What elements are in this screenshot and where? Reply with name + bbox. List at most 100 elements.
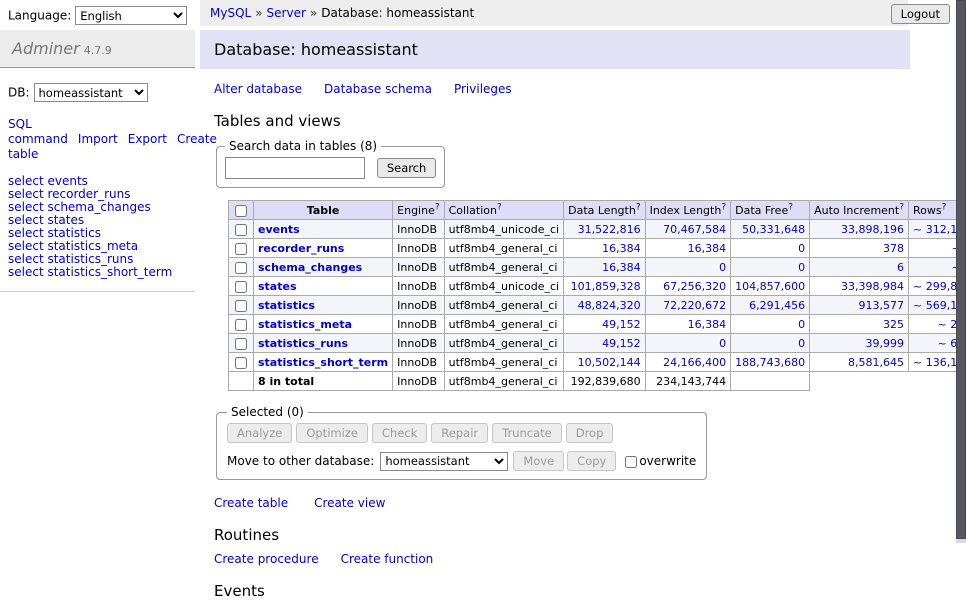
data-length-link[interactable]: 10,502,144 (578, 356, 641, 369)
index-length-link[interactable]: 70,467,584 (663, 223, 726, 236)
sidebar-table-link[interactable]: select states (8, 213, 84, 227)
data-free-link[interactable]: 0 (798, 337, 805, 350)
index-length-cell: 67,256,320 (645, 277, 731, 296)
index-length-link[interactable]: 72,220,672 (663, 299, 726, 312)
sidebar: Adminer4.7.9 DB:homeassistant SQL comman… (0, 30, 195, 292)
data-free-link[interactable]: 188,743,680 (735, 356, 805, 369)
table-name-link[interactable]: events (258, 223, 300, 236)
index-length-link[interactable]: 67,256,320 (663, 280, 726, 293)
db-action-link[interactable]: Privileges (454, 82, 512, 96)
sidebar-table-link[interactable]: select schema_changes (8, 200, 151, 214)
row-checkbox[interactable] (235, 224, 247, 236)
db-select[interactable]: homeassistant (34, 83, 148, 102)
table-name-link[interactable]: statistics_short_term (258, 356, 388, 369)
move-button[interactable]: Move (513, 451, 564, 471)
row-checkbox[interactable] (235, 243, 247, 255)
adminer-logo-link[interactable]: Adminer (12, 39, 80, 58)
create-link[interactable]: Create table (214, 496, 288, 510)
help-link[interactable]: ? (435, 202, 440, 212)
row-checkbox[interactable] (235, 338, 247, 350)
sidebar-action-link[interactable]: Import (78, 132, 118, 146)
sidebar-table-link[interactable]: select statistics_runs (8, 252, 133, 266)
scrollbar-thumb[interactable] (956, 0, 966, 539)
table-name-link[interactable]: statistics_runs (258, 337, 348, 350)
data-length-link[interactable]: 101,859,328 (571, 280, 641, 293)
sidebar-table-link[interactable]: select statistics_meta (8, 239, 138, 253)
help-link[interactable]: ? (899, 202, 904, 212)
index-length-link[interactable]: 16,384 (688, 242, 727, 255)
routine-create-link[interactable]: Create procedure (214, 552, 319, 566)
data-free-link[interactable]: 0 (798, 242, 805, 255)
drop-button[interactable]: Drop (566, 423, 614, 443)
row-checkbox[interactable] (235, 300, 247, 312)
db-action-link[interactable]: Alter database (214, 82, 302, 96)
auto-increment-link[interactable]: 39,999 (866, 337, 905, 350)
data-length-link[interactable]: 16,384 (602, 242, 641, 255)
language-select[interactable]: English (75, 6, 187, 25)
sidebar-action-link[interactable]: Export (128, 132, 167, 146)
sidebar-table-link[interactable]: select statistics (8, 226, 101, 240)
sidebar-table-link[interactable]: select statistics_short_term (8, 265, 172, 279)
breadcrumb-item[interactable]: Server (267, 6, 306, 20)
move-db-select[interactable]: homeassistant (380, 452, 508, 471)
copy-button[interactable]: Copy (567, 451, 616, 471)
index-length-link[interactable]: 16,384 (688, 318, 727, 331)
auto-increment-link[interactable]: 325 (883, 318, 904, 331)
select-all-checkbox[interactable] (235, 205, 247, 217)
index-length-link[interactable]: 0 (719, 337, 726, 350)
data-free-link[interactable]: 104,857,600 (735, 280, 805, 293)
overwrite-label[interactable]: overwrite (639, 454, 696, 468)
overwrite-checkbox[interactable] (625, 456, 637, 468)
sidebar-table-link[interactable]: select events (8, 174, 88, 188)
help-link[interactable]: ? (497, 202, 502, 212)
create-link[interactable]: Create view (314, 496, 385, 510)
breadcrumb-item[interactable]: MySQL (210, 6, 251, 20)
auto-increment-link[interactable]: 33,398,984 (841, 280, 904, 293)
table-name-link[interactable]: statistics (258, 299, 315, 312)
repair-button[interactable]: Repair (431, 423, 488, 443)
auto-increment-link[interactable]: 33,898,196 (841, 223, 904, 236)
row-checkbox[interactable] (235, 281, 247, 293)
table-name-link[interactable]: statistics_meta (258, 318, 352, 331)
data-free-link[interactable]: 6,291,456 (749, 299, 805, 312)
table-name-link[interactable]: recorder_runs (258, 242, 344, 255)
routine-create-link[interactable]: Create function (341, 552, 434, 566)
data-length-link[interactable]: 49,152 (602, 318, 641, 331)
optimize-button[interactable]: Optimize (296, 423, 368, 443)
data-length-link[interactable]: 48,824,320 (578, 299, 641, 312)
check-button[interactable]: Check (372, 423, 427, 443)
data-free-link[interactable]: 50,331,648 (742, 223, 805, 236)
auto-increment-link[interactable]: 378 (883, 242, 904, 255)
data-length-link[interactable]: 49,152 (602, 337, 641, 350)
scrollbar[interactable] (956, 0, 966, 543)
row-checkbox[interactable] (235, 357, 247, 369)
logout-button[interactable]: Logout (891, 4, 950, 24)
index-length-link[interactable]: 24,166,400 (663, 356, 726, 369)
data-length-link[interactable]: 31,522,816 (578, 223, 641, 236)
sidebar-action-link[interactable]: SQL command (8, 117, 68, 146)
data-length-link[interactable]: 16,384 (602, 261, 641, 274)
table-name-link[interactable]: schema_changes (258, 261, 362, 274)
total-label-cell: 8 in total (254, 372, 393, 391)
truncate-button[interactable]: Truncate (492, 423, 562, 443)
sidebar-table-link[interactable]: select recorder_runs (8, 187, 131, 201)
db-action-link[interactable]: Database schema (324, 82, 432, 96)
auto-increment-link[interactable]: 6 (897, 261, 904, 274)
auto-increment-link[interactable]: 8,581,645 (848, 356, 904, 369)
auto-increment-link[interactable]: 913,577 (859, 299, 905, 312)
index-length-link[interactable]: 0 (719, 261, 726, 274)
data-free-link[interactable]: 0 (798, 261, 805, 274)
data-free-link[interactable]: 0 (798, 318, 805, 331)
help-link[interactable]: ? (636, 202, 641, 212)
help-link[interactable]: ? (788, 202, 793, 212)
search-button[interactable]: Search (377, 158, 437, 178)
engine-cell: InnoDB (393, 296, 444, 315)
table-name-link[interactable]: states (258, 280, 297, 293)
help-link[interactable]: ? (942, 202, 947, 212)
search-input[interactable] (225, 157, 365, 179)
data-free-cell: 50,331,648 (731, 220, 810, 239)
analyze-button[interactable]: Analyze (227, 423, 292, 443)
help-link[interactable]: ? (721, 202, 726, 212)
row-checkbox[interactable] (235, 262, 247, 274)
row-checkbox[interactable] (235, 319, 247, 331)
